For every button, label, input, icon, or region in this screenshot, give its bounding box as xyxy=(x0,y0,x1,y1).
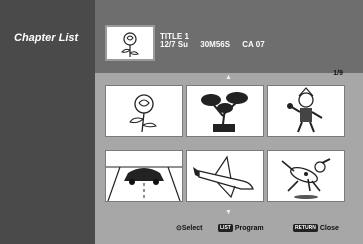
chapter-thumbnail-2[interactable] xyxy=(186,85,264,137)
chapter-thumbnail-4[interactable] xyxy=(105,150,183,202)
title-duration: 30M56S xyxy=(200,40,231,49)
chapter-thumbnail-6[interactable] xyxy=(267,150,345,202)
scroll-up-arrow-icon[interactable]: ▲ xyxy=(225,74,232,81)
scroll-down-arrow-icon[interactable]: ▼ xyxy=(225,209,232,216)
select-hint: ⊙Select xyxy=(176,224,203,232)
page-indicator: 1/9 xyxy=(333,70,343,77)
select-label: Select xyxy=(181,225,203,232)
bonsai-tree-icon xyxy=(201,92,248,132)
title-date: 12/7 Su xyxy=(160,40,189,49)
sidebar: Chapter List xyxy=(0,0,95,244)
title-channel: CA 07 xyxy=(242,40,265,49)
list-key-badge: LIST xyxy=(218,224,233,232)
car-road-icon xyxy=(106,166,182,201)
running-dog-icon xyxy=(281,158,331,199)
chapter-list-screen: Chapter List TITLE 1 12/7 Su 30M56S CA 0… xyxy=(0,0,363,244)
current-title-info: TITLE 1 12/7 Su 30M56S CA 07 xyxy=(160,33,275,49)
program-label: Program xyxy=(234,224,264,232)
space-shuttle-icon xyxy=(193,155,254,199)
chapter-thumbnail-1[interactable] xyxy=(105,85,183,137)
rose-icon xyxy=(121,32,139,57)
program-hint[interactable]: LIST Program xyxy=(218,224,264,232)
close-hint[interactable]: RETURN Close xyxy=(293,224,339,232)
rose-icon xyxy=(129,94,157,133)
return-key-badge: RETURN xyxy=(293,224,318,232)
chapter-thumbnail-3[interactable] xyxy=(267,85,345,137)
current-title-thumbnail xyxy=(105,25,155,61)
close-label: Close xyxy=(319,224,339,232)
sidebar-title: Chapter List xyxy=(14,32,79,44)
chapter-thumbnail-5[interactable] xyxy=(186,150,264,202)
clown-icon xyxy=(287,87,323,133)
